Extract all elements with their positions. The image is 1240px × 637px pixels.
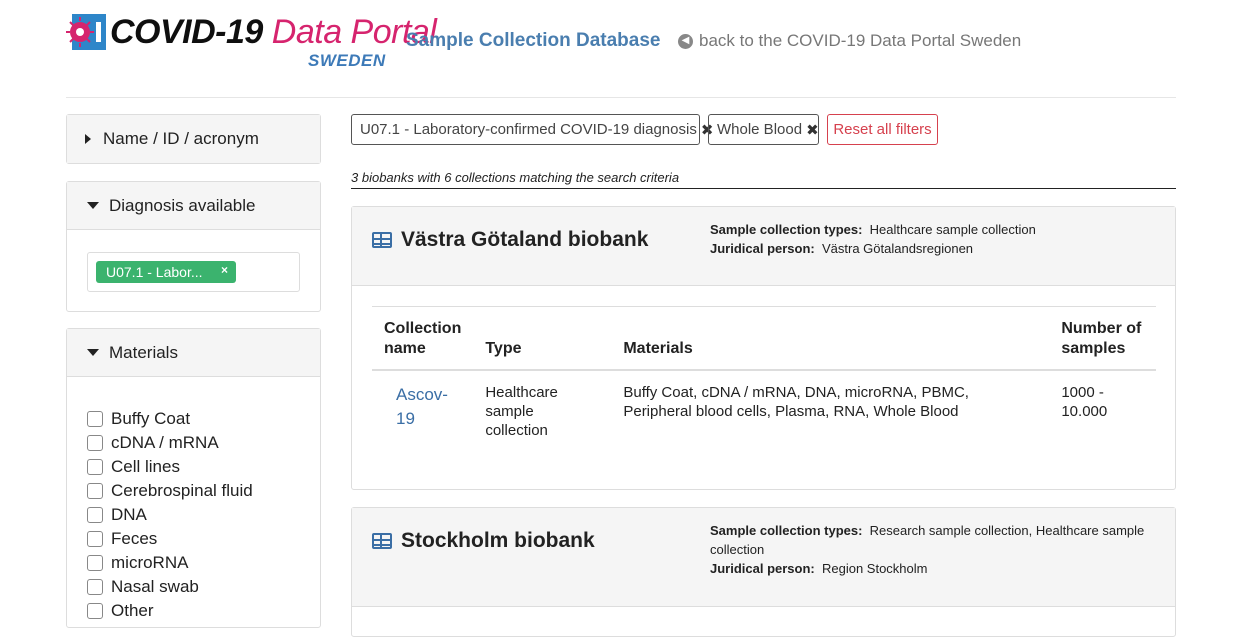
material-option[interactable]: Cerebrospinal fluid [87, 479, 253, 503]
caret-down-icon [87, 349, 99, 356]
column-header: Type [473, 306, 612, 371]
collection-materials: Buffy Coat, cDNA / mRNA, DNA, microRNA, … [623, 384, 969, 420]
caret-right-icon [85, 134, 91, 144]
biobank-card-header: Västra Götaland biobank Sample collectio… [352, 207, 1175, 286]
arrow-left-circle-icon: ◀ [678, 33, 693, 49]
juridical-value: Västra Götalandsregionen [821, 241, 974, 256]
checkbox[interactable] [87, 507, 103, 523]
checkbox[interactable] [87, 555, 103, 571]
material-option[interactable]: Nasal swab [87, 575, 253, 599]
checkbox[interactable] [87, 435, 103, 451]
column-header: Materials [611, 306, 1050, 371]
column-header: Collection name [372, 306, 474, 371]
back-link[interactable]: ◀ back to the COVID-19 Data Portal Swede… [678, 31, 1021, 51]
reset-filters-button[interactable]: Reset all filters [827, 114, 938, 145]
biobank-title[interactable]: Västra Götaland biobank [372, 228, 648, 252]
name-filter-toggle[interactable]: Name / ID / acronym [67, 115, 320, 163]
table-header-row: Collection name Type Materials Number of… [372, 306, 1156, 371]
diagnosis-chip: U07.1 - Labor... × [96, 261, 236, 283]
logo-country: SWEDEN [308, 51, 386, 70]
column-header: Number of samples [1049, 306, 1156, 371]
material-label: microRNA [111, 553, 189, 572]
page: COVID-19 Data Portal SWEDEN Sample Colle… [0, 0, 1240, 637]
material-option[interactable]: Other [87, 599, 253, 623]
material-label: Other [111, 601, 154, 620]
diagnosis-select[interactable]: U07.1 - Labor... × [87, 252, 300, 292]
table-row: Ascov-19 Healthcare sample collection Bu… [372, 370, 1156, 452]
virus-logo-icon [66, 14, 106, 50]
active-filter-chip[interactable]: U07.1 - Laboratory-confirmed COVID-19 di… [351, 114, 713, 145]
diagnosis-chip-label: U07.1 - Labor... [106, 264, 203, 280]
collection-samples: 1000 - 10.000 [1061, 384, 1108, 420]
material-option[interactable]: Cell lines [87, 455, 253, 479]
sample-types-label: Sample collection types: [710, 523, 863, 538]
biobank-meta: Sample collection types: Research sample… [710, 521, 1150, 578]
active-filter-label: Whole Blood [717, 121, 803, 138]
close-icon[interactable]: ✖ [806, 121, 819, 139]
biobank-title[interactable]: Stockholm biobank [372, 529, 595, 553]
biobank-name: Västra Götaland biobank [401, 228, 649, 251]
caret-down-icon [87, 202, 99, 209]
material-option[interactable]: microRNA [87, 551, 253, 575]
back-link-label: back to the COVID-19 Data Portal Sweden [699, 31, 1022, 50]
table-icon [372, 533, 392, 549]
materials-filter-panel: Materials Buffy Coat cDNA / mRNA Cell li… [66, 328, 321, 628]
sample-types-label: Sample collection types: [710, 222, 863, 237]
biobank-card: Västra Götaland biobank Sample collectio… [351, 206, 1176, 490]
checkbox[interactable] [87, 603, 103, 619]
table-icon [372, 232, 392, 248]
juridical-label: Juridical person: [710, 241, 815, 256]
logo-text: COVID-19 Data Portal [110, 12, 437, 52]
collection-name-link[interactable]: Ascov-19 [372, 370, 473, 452]
material-label: DNA [111, 505, 147, 524]
checkbox[interactable] [87, 411, 103, 427]
biobank-name: Stockholm biobank [401, 529, 595, 552]
juridical-value: Region Stockholm [821, 561, 928, 576]
material-label: Cell lines [111, 457, 180, 476]
collections-table: Collection name Type Materials Number of… [372, 306, 1156, 452]
juridical-label: Juridical person: [710, 561, 815, 576]
material-option[interactable]: Buffy Coat [87, 407, 253, 431]
name-filter-label: Name / ID / acronym [103, 129, 259, 148]
material-label: Cerebrospinal fluid [111, 481, 253, 500]
active-filter-label: U07.1 - Laboratory-confirmed COVID-19 di… [360, 121, 697, 138]
biobank-card-header: Stockholm biobank Sample collection type… [352, 508, 1175, 607]
material-label: Feces [111, 529, 158, 548]
remove-chip-icon[interactable]: × [221, 263, 228, 277]
biobank-card: Stockholm biobank Sample collection type… [351, 507, 1176, 637]
logo[interactable]: COVID-19 Data Portal SWEDEN [66, 12, 437, 72]
name-filter-panel: Name / ID / acronym [66, 114, 321, 164]
header: COVID-19 Data Portal SWEDEN Sample Colle… [66, 0, 1176, 98]
diagnosis-filter-toggle[interactable]: Diagnosis available [67, 182, 320, 230]
material-label: Nasal swab [111, 577, 199, 596]
biobank-meta: Sample collection types: Healthcare samp… [710, 220, 1150, 258]
material-label: cDNA / mRNA [111, 433, 219, 452]
active-filter-chip[interactable]: Whole Blood ✖ [708, 114, 819, 145]
materials-filter-toggle[interactable]: Materials [67, 329, 320, 377]
checkbox[interactable] [87, 579, 103, 595]
logo-primary: COVID-19 [110, 13, 263, 51]
database-title-link[interactable]: Sample Collection Database [406, 30, 660, 52]
diagnosis-filter-panel: Diagnosis available U07.1 - Labor... × [66, 181, 321, 312]
material-option[interactable]: Feces [87, 527, 253, 551]
checkbox[interactable] [87, 483, 103, 499]
material-option[interactable]: cDNA / mRNA [87, 431, 253, 455]
material-label: Buffy Coat [111, 409, 191, 428]
collection-type: Healthcare sample collection [485, 384, 558, 439]
results-summary: 3 biobanks with 6 collections matching t… [351, 170, 1176, 189]
sample-types-value: Healthcare sample collection [869, 222, 1036, 237]
materials-filter-label: Materials [109, 342, 178, 362]
checkbox[interactable] [87, 459, 103, 475]
diagnosis-filter-label: Diagnosis available [109, 195, 256, 215]
materials-list: Buffy Coat cDNA / mRNA Cell lines Cerebr… [87, 407, 253, 623]
material-option[interactable]: DNA [87, 503, 253, 527]
checkbox[interactable] [87, 531, 103, 547]
